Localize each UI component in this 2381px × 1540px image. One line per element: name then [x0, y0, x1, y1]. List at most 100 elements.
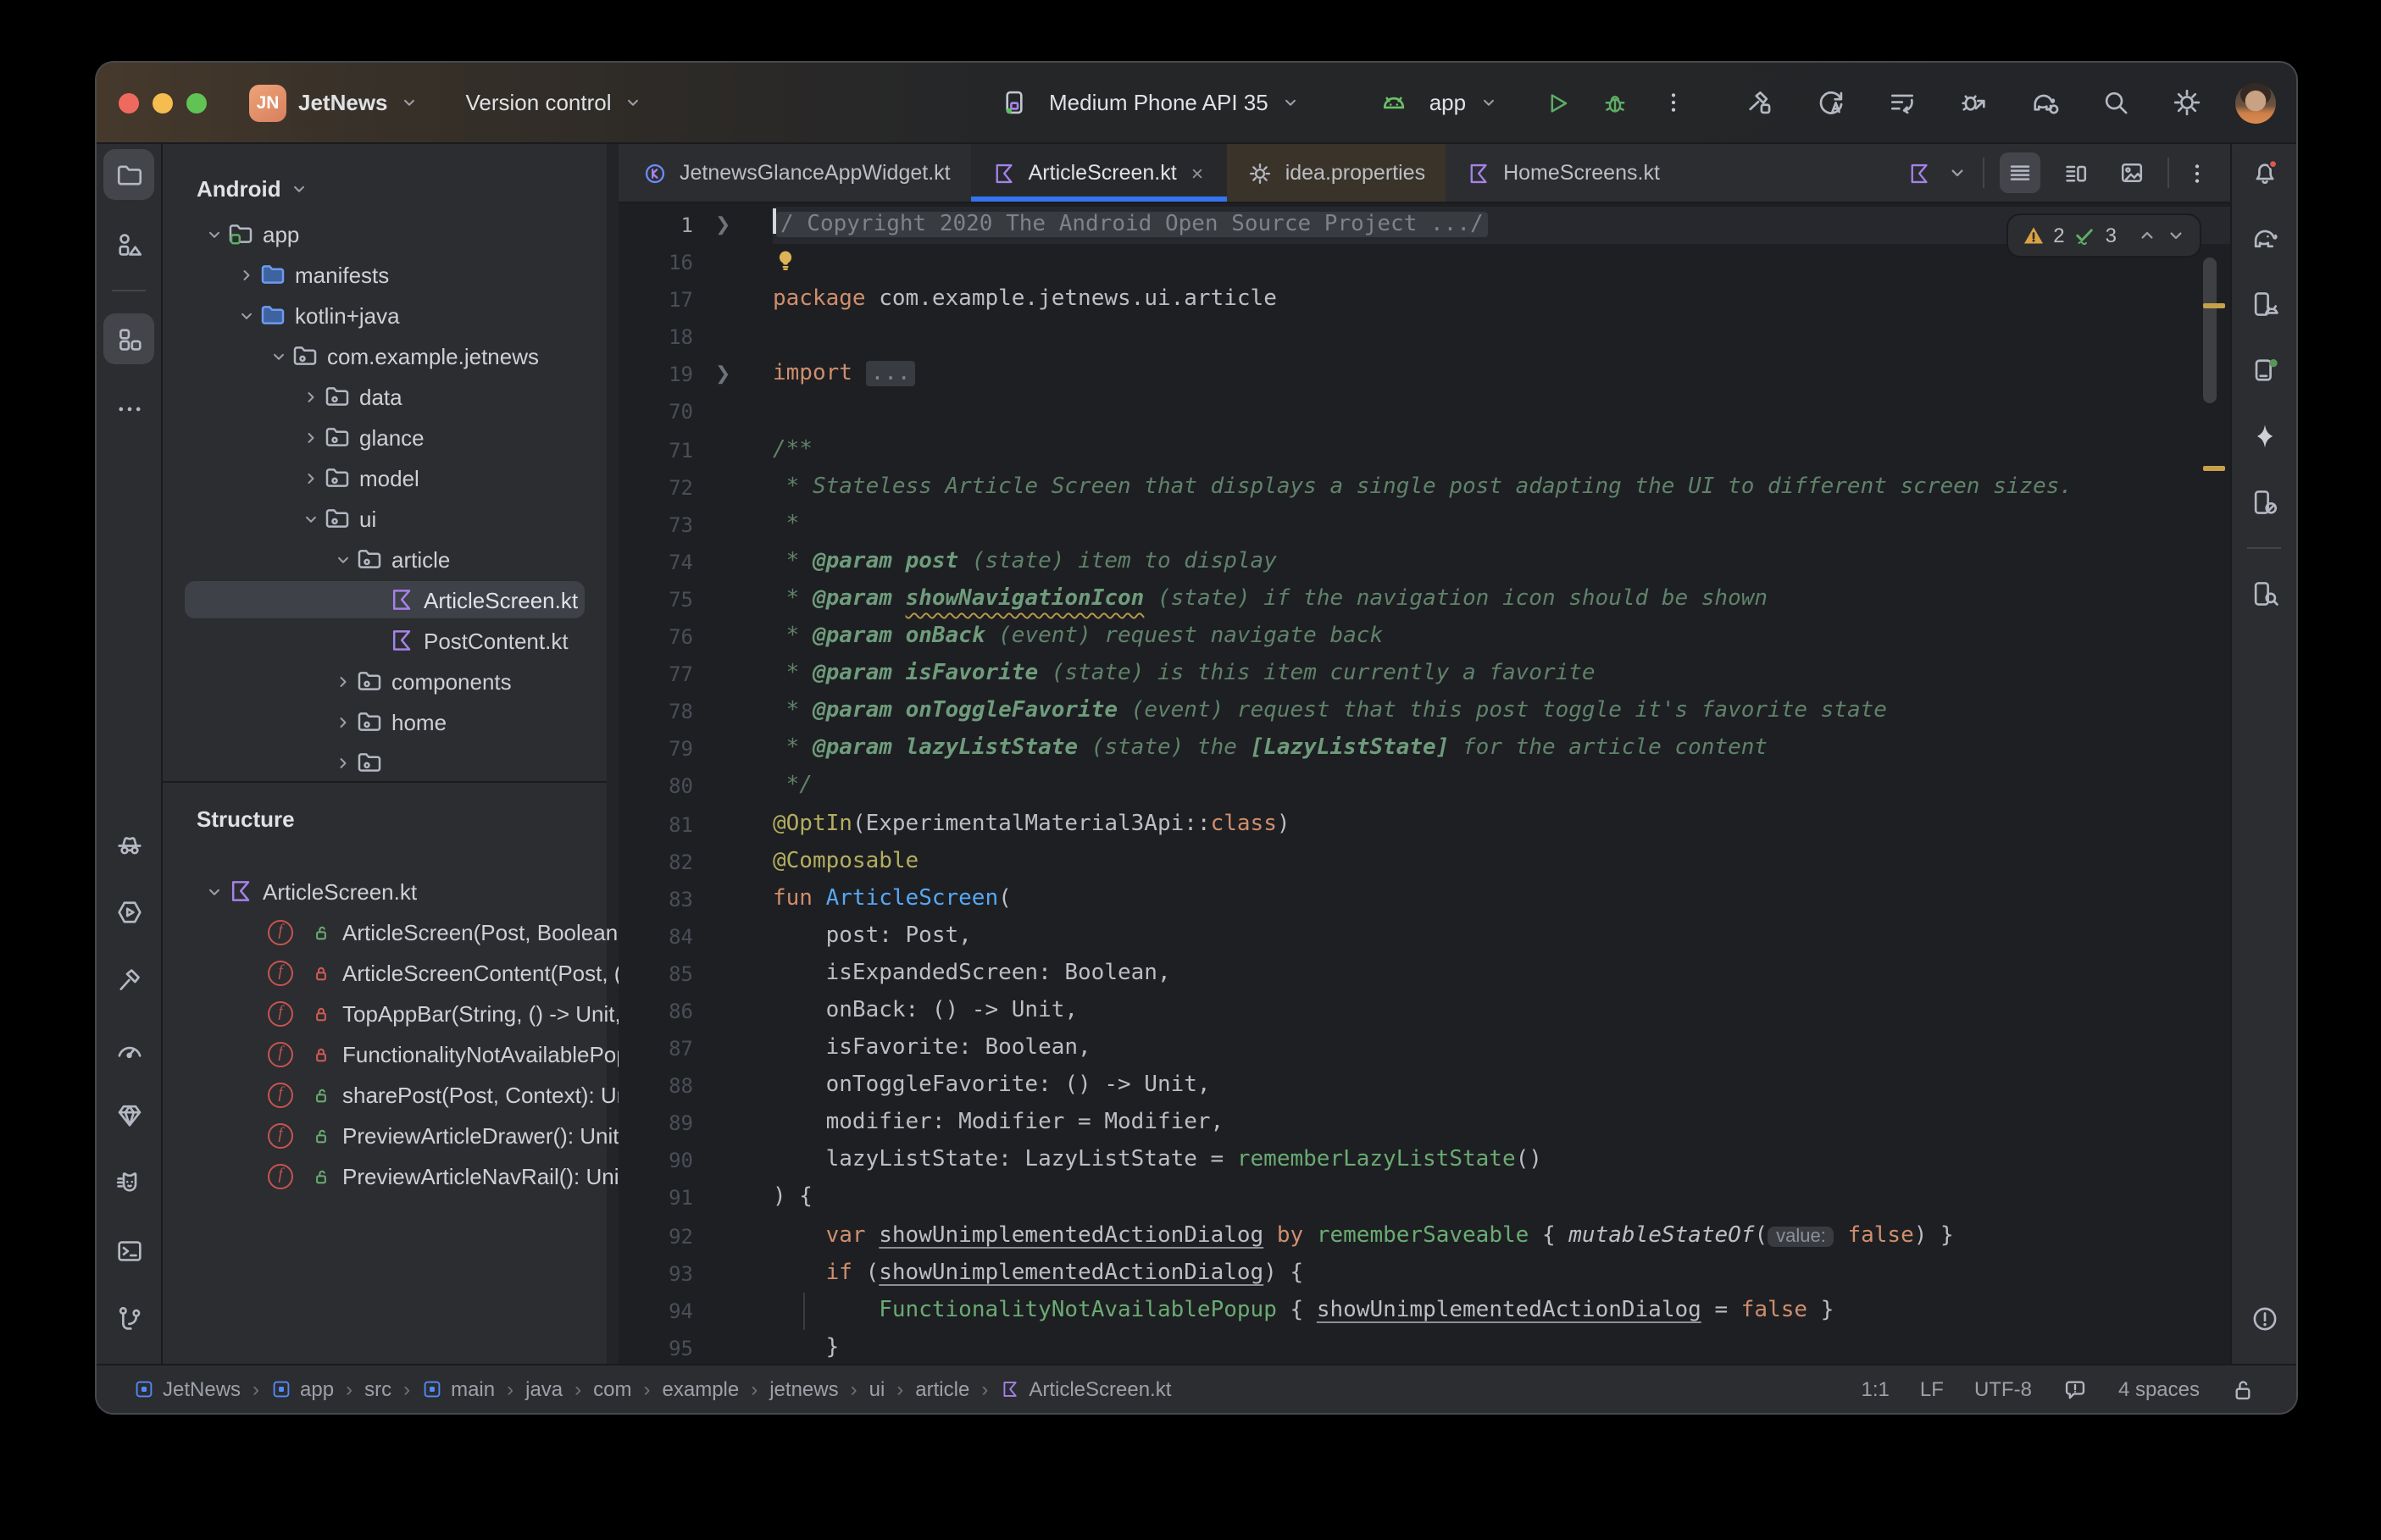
fold-marker-icon[interactable]: ❯: [693, 207, 773, 244]
device-selector[interactable]: Medium Phone API 35: [1049, 90, 1268, 115]
zoom-window-button[interactable]: [186, 92, 207, 113]
code-line-92[interactable]: 92 var showUnimplementedActionDialog by …: [619, 1217, 2230, 1255]
breadcrumb-item-example[interactable]: example: [663, 1377, 740, 1401]
code-line-84[interactable]: 84 post: Post,: [619, 918, 2230, 956]
structure-item[interactable]: fPreviewArticleDrawer(): Unit: [163, 1115, 619, 1155]
profiler-lines-button[interactable]: [1879, 80, 1923, 125]
code-line-75[interactable]: 75 * @param showNavigationIcon (state) i…: [619, 581, 2230, 618]
warning-stripe-mark[interactable]: [2203, 466, 2225, 471]
run-configuration-selector[interactable]: app: [1429, 90, 1466, 115]
code-line-86[interactable]: 86 onBack: () -> Unit,: [619, 993, 2230, 1030]
structure-item[interactable]: fTopAppBar(String, () -> Unit,: [163, 993, 619, 1033]
code-line-18[interactable]: 18: [619, 319, 2230, 357]
tree-item-postcontent-kt[interactable]: PostContent.kt: [163, 620, 619, 661]
code-line-81[interactable]: 81@OptIn(ExperimentalMaterial3Api::class…: [619, 806, 2230, 843]
code-line-17[interactable]: 17package com.example.jetnews.ui.article: [619, 281, 2230, 319]
code-line-78[interactable]: 78 * @param onToggleFavorite (event) req…: [619, 693, 2230, 730]
titlebar[interactable]: JN JetNews Version control Medium Phone …: [97, 63, 2296, 144]
warning-stripe-mark[interactable]: [2203, 303, 2225, 308]
breadcrumb-item-app[interactable]: app: [271, 1377, 334, 1401]
code-line-1[interactable]: 1❯/ Copyright 2020 The Android Open Sour…: [619, 207, 2230, 244]
tree-item-articlescreen-kt[interactable]: ArticleScreen.kt: [163, 579, 619, 620]
tree-item-components[interactable]: components: [163, 661, 619, 701]
breadcrumb-item-com[interactable]: com: [593, 1377, 631, 1401]
gradle-elephant-sync-button[interactable]: [2022, 80, 2066, 125]
terminal-tool-button[interactable]: [107, 1228, 151, 1272]
structure-root[interactable]: ArticleScreen.kt: [163, 871, 619, 911]
breadcrumb-item-jetnews[interactable]: JetNews: [134, 1377, 241, 1401]
bubble-warning-icon[interactable]: [2062, 1377, 2088, 1402]
breadcrumb-item-articlescreen-kt[interactable]: ArticleScreen.kt: [1000, 1377, 1171, 1401]
sparkle-tool-button[interactable]: [2242, 413, 2286, 457]
code-line-72[interactable]: 72 * Stateless Article Screen that displ…: [619, 468, 2230, 506]
tab-jetnewsglanceappwidget-kt[interactable]: JetnewsGlanceAppWidget.kt: [622, 144, 971, 202]
list-view-button[interactable]: [2000, 152, 2040, 193]
fold-marker-icon[interactable]: ❯: [693, 357, 773, 394]
caret-position-widget[interactable]: 1:1: [1862, 1377, 1890, 1401]
encoding-widget[interactable]: UTF-8: [1974, 1377, 2032, 1401]
code-line-88[interactable]: 88 onToggleFavorite: () -> Unit,: [619, 1067, 2230, 1105]
code-line-80[interactable]: 80 */: [619, 768, 2230, 806]
bell-tool-button[interactable]: [2242, 149, 2286, 193]
project-name-button[interactable]: JetNews: [298, 90, 388, 115]
breadcrumb-item-java[interactable]: java: [525, 1377, 563, 1401]
tree-item-manifests[interactable]: manifests: [163, 254, 619, 295]
gem-tool-button[interactable]: [107, 1093, 151, 1137]
breadcrumb-item-article[interactable]: article: [915, 1377, 969, 1401]
gear-button[interactable]: [2164, 80, 2208, 125]
structure-item[interactable]: fPreviewArticleNavRail(): Unit: [163, 1155, 619, 1196]
code-line-73[interactable]: 73 *: [619, 507, 2230, 544]
breadcrumb-item-main[interactable]: main: [422, 1377, 495, 1401]
tab-idea-properties[interactable]: idea.properties: [1228, 144, 1446, 202]
close-tab-icon[interactable]: [1189, 163, 1207, 182]
code-line-77[interactable]: 77 * @param isFavorite (state) is this i…: [619, 656, 2230, 693]
phone-search-tool-button[interactable]: [2242, 571, 2286, 615]
code-line-16[interactable]: 16: [619, 244, 2230, 281]
gauge-tool-button[interactable]: [107, 1025, 151, 1069]
blocks-tool-button[interactable]: [103, 313, 154, 364]
code-line-79[interactable]: 79 * @param lazyListState (state) the [L…: [619, 731, 2230, 768]
structure-item[interactable]: fArticleScreen(Post, Boolean,: [163, 911, 619, 952]
close-window-button[interactable]: [119, 92, 139, 113]
structure-item[interactable]: fFunctionalityNotAvailablePop: [163, 1033, 619, 1074]
split-view-button[interactable]: [2056, 152, 2096, 193]
code-line-90[interactable]: 90 lazyListState: LazyListState = rememb…: [619, 1143, 2230, 1180]
code-line-71[interactable]: 71/**: [619, 431, 2230, 468]
gradle-elephant-tool-button[interactable]: [2242, 215, 2286, 259]
tree-item-article[interactable]: article: [163, 539, 619, 579]
line-separator-widget[interactable]: LF: [1920, 1377, 1944, 1401]
structure-item[interactable]: fsharePost(Post, Context): Un: [163, 1074, 619, 1115]
vcs-widget-button[interactable]: Version control: [466, 90, 612, 115]
spy-hat-tool-button[interactable]: [107, 822, 151, 866]
breadcrumb-item-src[interactable]: src: [364, 1377, 391, 1401]
kotlin-file-icon[interactable]: [1906, 160, 1932, 186]
code-line-82[interactable]: 82@Composable: [619, 843, 2230, 880]
debug-button[interactable]: [1593, 80, 1637, 125]
hammer-tool-tool-button[interactable]: [107, 957, 151, 1001]
tree-item-com-example-jetnews[interactable]: com.example.jetnews: [163, 335, 619, 376]
editor-scrollbar[interactable]: [2203, 258, 2217, 403]
phone-link-tool-button[interactable]: [2242, 479, 2286, 523]
tree-item-kotlin-java[interactable]: kotlin+java: [163, 295, 619, 335]
code-line-89[interactable]: 89 modifier: Modifier = Modifier,: [619, 1105, 2230, 1143]
breadcrumb-item-ui[interactable]: ui: [869, 1377, 885, 1401]
code-line-87[interactable]: 87 isFavorite: Boolean,: [619, 1030, 2230, 1067]
tab-options-kebab-icon[interactable]: [2184, 160, 2210, 186]
next-problem-chevron-down-icon[interactable]: [2166, 225, 2186, 246]
more-tool-button[interactable]: [107, 386, 151, 430]
run-button[interactable]: [1535, 80, 1579, 125]
design-view-button[interactable]: [2112, 152, 2152, 193]
tab-homescreens-kt[interactable]: HomeScreens.kt: [1446, 144, 1680, 202]
chevron-down-icon[interactable]: [1947, 163, 1968, 183]
code-line-70[interactable]: 70: [619, 394, 2230, 431]
previous-problem-chevron-up-icon[interactable]: [2137, 225, 2157, 246]
sync-letter-a-button[interactable]: [1808, 80, 1852, 125]
project-view-mode-selector[interactable]: Android: [163, 166, 619, 210]
hammer-button[interactable]: [1737, 80, 1781, 125]
structure-item[interactable]: fArticleScreenContent(Post, (): [163, 952, 619, 993]
bug-arrow-button[interactable]: [1951, 80, 1995, 125]
tree-item-glance[interactable]: glance: [163, 417, 619, 457]
breadcrumb-item-jetnews[interactable]: jetnews: [769, 1377, 838, 1401]
tab-articlescreen-kt[interactable]: ArticleScreen.kt: [971, 144, 1228, 202]
tree-item-model[interactable]: model: [163, 457, 619, 498]
